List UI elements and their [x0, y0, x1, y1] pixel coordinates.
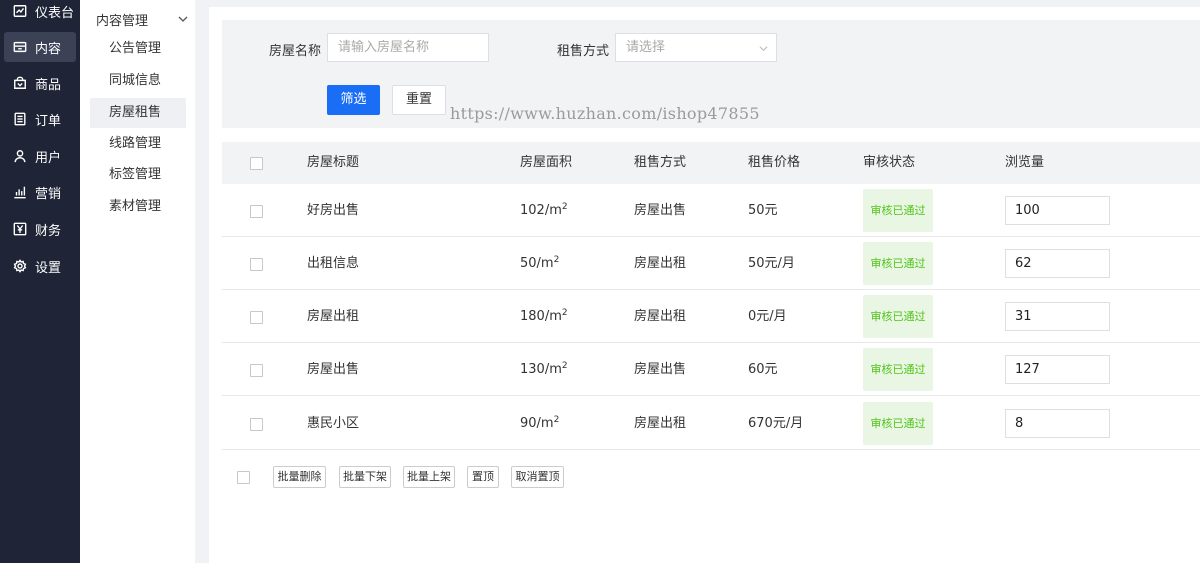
chevron-down-icon [178, 16, 188, 22]
batch-delete-button[interactable]: 批量删除 [273, 466, 326, 488]
unpin-button[interactable]: 取消置顶 [511, 466, 564, 488]
reset-button[interactable]: 重置 [392, 85, 446, 115]
submenu-item-tag[interactable]: 标签管理 [90, 160, 186, 190]
user-icon [12, 148, 28, 164]
row-mode: 房屋出租 [634, 309, 687, 324]
nav-item-finance[interactable]: 财务 [4, 214, 76, 244]
col-mode: 租售方式 [634, 155, 687, 170]
rent-mode-placeholder: 请选择 [626, 40, 666, 55]
row-area: 102/m2 [520, 202, 568, 219]
table-row: 惠民小区 90/m2 房屋出租 670元/月 审核已通过 8 [222, 397, 1200, 450]
row-price: 50元 [748, 203, 778, 218]
row-title: 惠民小区 [307, 416, 360, 431]
col-area: 房屋面积 [520, 155, 573, 170]
table-row: 出租信息 50/m2 房屋出租 50元/月 审核已通过 62 [222, 237, 1200, 290]
content-submenu: 内容管理 公告管理 同城信息 房屋租售 线路管理 标签管理 素材管理 [80, 0, 195, 563]
nav-item-dashboard[interactable]: 仪表台 [4, 0, 76, 26]
submenu-item-local-info[interactable]: 同城信息 [90, 66, 186, 96]
col-price: 租售价格 [748, 155, 801, 170]
row-checkbox[interactable] [250, 364, 263, 377]
row-price: 670元/月 [748, 416, 804, 431]
filter-button[interactable]: 筛选 [327, 85, 380, 115]
main-nav: 仪表台 内容 商品 订单 用户 营销 财务 设置 [0, 0, 80, 563]
views-input[interactable]: 8 [1005, 409, 1110, 438]
nav-label: 设置 [35, 260, 62, 276]
row-area: 90/m2 [520, 415, 560, 432]
rent-mode-select[interactable]: 请选择 [615, 33, 777, 62]
marketing-icon [12, 184, 28, 200]
nav-item-settings[interactable]: 设置 [4, 251, 76, 281]
table-row: 房屋出租 180/m2 房屋出租 0元/月 审核已通过 31 [222, 290, 1200, 343]
settings-icon [12, 258, 28, 274]
row-checkbox[interactable] [250, 258, 263, 271]
row-checkbox[interactable] [250, 205, 263, 218]
status-badge: 审核已通过 [863, 295, 933, 338]
watermark-text: https://www.huzhan.com/ishop47855 [450, 104, 760, 123]
pin-button[interactable]: 置顶 [467, 466, 499, 488]
nav-label: 内容 [35, 41, 62, 57]
row-title: 好房出售 [307, 203, 360, 218]
col-views: 浏览量 [1005, 155, 1045, 170]
batch-on-shelf-button[interactable]: 批量上架 [403, 466, 455, 488]
nav-label: 用户 [35, 150, 62, 166]
views-input[interactable]: 127 [1005, 355, 1110, 384]
submenu-item-house-rental[interactable]: 房屋租售 [90, 98, 186, 128]
nav-label: 财务 [35, 223, 62, 239]
nav-label: 订单 [35, 113, 62, 129]
row-title: 房屋出售 [307, 362, 360, 377]
nav-item-content[interactable]: 内容 [4, 32, 76, 62]
finance-icon [12, 221, 28, 237]
row-area: 180/m2 [520, 308, 568, 325]
batch-select-checkbox[interactable] [237, 471, 250, 484]
col-status: 审核状态 [863, 155, 916, 170]
submenu-header[interactable]: 内容管理 [96, 10, 188, 29]
content-icon [12, 39, 28, 55]
status-badge: 审核已通过 [863, 189, 933, 232]
row-price: 50元/月 [748, 256, 795, 271]
house-name-label: 房屋名称 [269, 44, 322, 59]
nav-item-user[interactable]: 用户 [4, 141, 76, 171]
dashboard-icon [12, 3, 28, 19]
house-name-input[interactable]: 请输入房屋名称 [327, 33, 489, 62]
nav-label: 营销 [35, 186, 62, 202]
goods-icon [12, 75, 28, 91]
row-checkbox[interactable] [250, 311, 263, 324]
status-badge: 审核已通过 [863, 402, 933, 445]
row-title: 房屋出租 [307, 309, 360, 324]
row-price: 60元 [748, 362, 778, 377]
select-all-checkbox[interactable] [250, 157, 263, 170]
nav-item-goods[interactable]: 商品 [4, 68, 76, 98]
row-mode: 房屋出租 [634, 416, 687, 431]
views-input[interactable]: 31 [1005, 302, 1110, 331]
row-mode: 房屋出售 [634, 362, 687, 377]
row-area: 50/m2 [520, 255, 560, 272]
submenu-item-route[interactable]: 线路管理 [90, 129, 186, 159]
table-header: 房屋标题 房屋面积 租售方式 租售价格 审核状态 浏览量 [222, 142, 1200, 184]
batch-off-shelf-button[interactable]: 批量下架 [339, 466, 391, 488]
nav-item-order[interactable]: 订单 [4, 104, 76, 134]
submenu-item-material[interactable]: 素材管理 [90, 192, 186, 222]
nav-item-marketing[interactable]: 营销 [4, 177, 76, 207]
rent-mode-label: 租售方式 [557, 44, 610, 59]
col-title: 房屋标题 [307, 155, 360, 170]
row-mode: 房屋出租 [634, 256, 687, 271]
row-price: 0元/月 [748, 309, 787, 324]
order-icon [12, 111, 28, 127]
table-row: 房屋出售 130/m2 房屋出售 60元 审核已通过 127 [222, 343, 1200, 396]
submenu-title: 内容管理 [96, 13, 149, 29]
nav-label: 仪表台 [35, 5, 75, 21]
row-title: 出租信息 [307, 256, 360, 271]
table-row: 好房出售 102/m2 房屋出售 50元 审核已通过 100 [222, 184, 1200, 237]
row-mode: 房屋出售 [634, 203, 687, 218]
row-checkbox[interactable] [250, 418, 263, 431]
status-badge: 审核已通过 [863, 242, 933, 285]
views-input[interactable]: 100 [1005, 196, 1110, 225]
nav-label: 商品 [35, 77, 62, 93]
submenu-item-announcement[interactable]: 公告管理 [90, 34, 186, 64]
chevron-down-icon [759, 46, 768, 52]
views-input[interactable]: 62 [1005, 249, 1110, 278]
status-badge: 审核已通过 [863, 348, 933, 391]
row-area: 130/m2 [520, 361, 568, 378]
